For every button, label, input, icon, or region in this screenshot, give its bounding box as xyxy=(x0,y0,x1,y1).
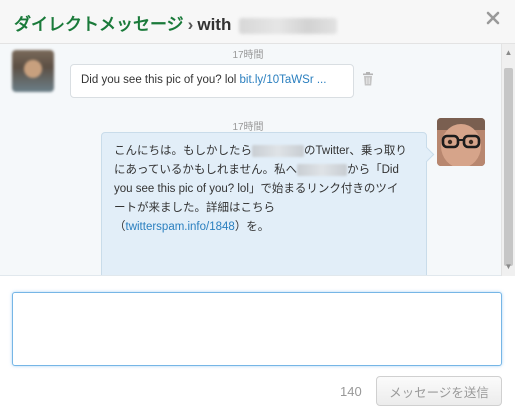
message-text: のTwitter、乗っ取り xyxy=(304,145,407,157)
message-thread[interactable]: 17時間 Did you see this pic of you? lol bi… xyxy=(0,44,515,276)
message-link[interactable]: bit.ly/10TaWSr ... xyxy=(240,74,327,86)
character-counter: 140 xyxy=(340,384,362,399)
message-line: こんにちは。もしかしたら のTwitter、乗っ取り xyxy=(114,142,414,161)
redacted-name xyxy=(297,163,348,176)
title-separator: › xyxy=(187,15,194,34)
message-text: から「Did xyxy=(347,164,399,176)
dialog-header: ダイレクトメッセージ › with xyxy=(0,0,515,44)
dialog-title: ダイレクトメッセージ › with xyxy=(14,10,338,35)
title-text: ダイレクトメッセージ xyxy=(14,15,184,34)
scroll-thumb[interactable] xyxy=(504,68,513,266)
redacted-name xyxy=(252,144,304,157)
avatar[interactable] xyxy=(437,118,485,166)
message-timestamp: 17時間 xyxy=(232,50,264,61)
message-text: こんにちは。もしかしたら xyxy=(114,145,252,157)
received-message: Did you see this pic of you? lol bit.ly/… xyxy=(70,64,354,98)
message-line: にあっているかもしれません。私へ から「Did xyxy=(114,161,414,180)
message-timestamp: 17時間 xyxy=(232,122,264,133)
message-line: （twitterspam.info/1848）を。 xyxy=(114,218,414,237)
message-line: ートが来ました。詳細はこちら xyxy=(114,202,275,214)
trash-icon[interactable] xyxy=(362,72,374,86)
message-text: （ xyxy=(114,221,126,233)
send-message-button[interactable]: メッセージを送信 xyxy=(376,376,502,406)
message-input[interactable] xyxy=(12,292,502,366)
message-text: にあっているかもしれません。私へ xyxy=(114,164,298,176)
avatar[interactable] xyxy=(12,50,54,92)
message-text: Did you see this pic of you? lol xyxy=(81,74,240,86)
scrollbar[interactable]: ▲ ▼ xyxy=(501,44,515,276)
close-icon[interactable] xyxy=(483,8,503,28)
message-line: you see this pic of you? lol」で始まるリンク付きのツ… xyxy=(114,183,399,195)
scroll-down-arrow-icon[interactable]: ▼ xyxy=(504,262,513,272)
message-text: ）を。 xyxy=(234,221,270,233)
redacted-recipient-name xyxy=(239,17,338,34)
scroll-up-arrow-icon[interactable]: ▲ xyxy=(504,48,513,58)
message-link[interactable]: twitterspam.info/1848 xyxy=(126,221,235,233)
sent-message: こんにちは。もしかしたら のTwitter、乗っ取り にあっているかもしれません。… xyxy=(101,132,427,275)
title-with: with xyxy=(197,15,232,34)
